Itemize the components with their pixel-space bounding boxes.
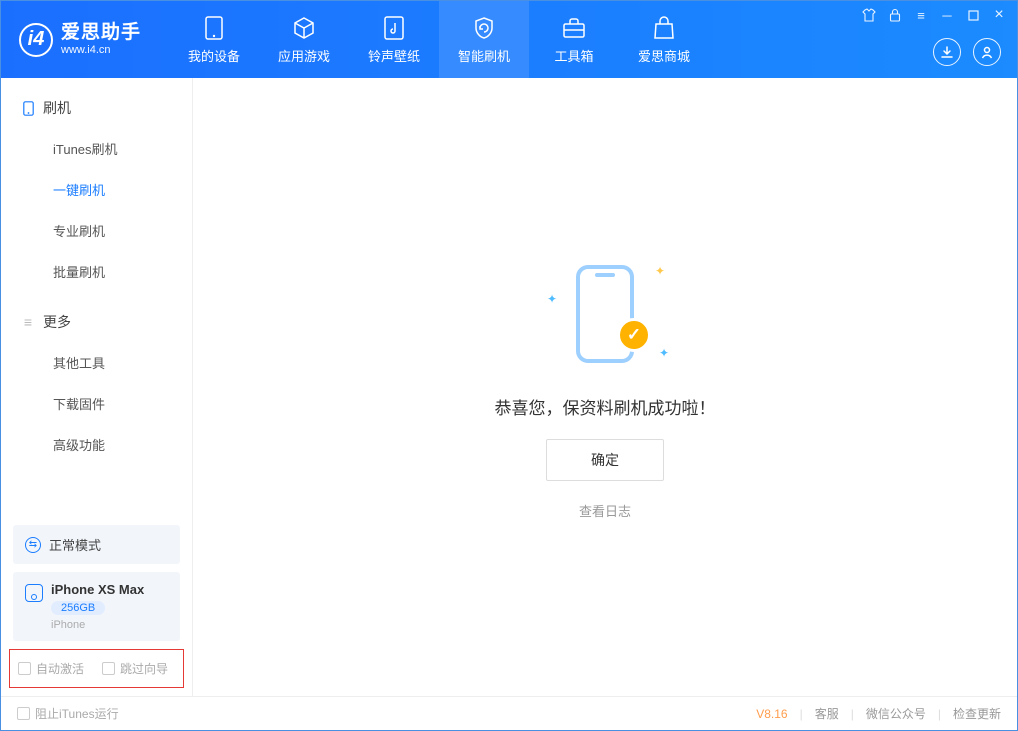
nav-toolbox[interactable]: 工具箱	[529, 1, 619, 78]
checkbox-label: 阻止iTunes运行	[35, 705, 119, 722]
close-button[interactable]: ×	[991, 7, 1007, 23]
check-update-link[interactable]: 检查更新	[953, 705, 1001, 722]
phone-icon	[201, 15, 227, 41]
nav-store[interactable]: 爱思商城	[619, 1, 709, 78]
list-small-icon: ≡	[21, 315, 35, 329]
version-label: V8.16	[756, 707, 787, 721]
support-link[interactable]: 客服	[815, 705, 839, 722]
window-controls: ≡ ─ ×	[861, 7, 1007, 23]
sidebar-item-download-firmware[interactable]: 下载固件	[1, 383, 192, 424]
device-phone-icon	[25, 584, 43, 602]
bag-icon	[651, 15, 677, 41]
nav-smart-flash[interactable]: 智能刷机	[439, 1, 529, 78]
sidebar-section-flash: 刷机 iTunes刷机 一键刷机 专业刷机 批量刷机	[1, 78, 192, 292]
sidebar-head-label: 更多	[43, 312, 71, 332]
header-action-icons	[933, 38, 1001, 66]
download-icon[interactable]	[933, 38, 961, 66]
tshirt-icon[interactable]	[861, 7, 877, 23]
logo-text: 爱思助手 www.i4.cn	[61, 22, 141, 56]
body: 刷机 iTunes刷机 一键刷机 专业刷机 批量刷机 ≡ 更多 其他工具 下载固…	[1, 78, 1017, 696]
status-bar: 阻止iTunes运行 V8.16 | 客服 | 微信公众号 | 检查更新	[1, 696, 1017, 730]
phone-small-icon	[21, 101, 35, 115]
device-type: iPhone	[51, 619, 144, 631]
app-url: www.i4.cn	[61, 44, 141, 57]
user-icon[interactable]	[973, 38, 1001, 66]
checkbox-icon	[18, 662, 31, 675]
cube-icon	[291, 15, 317, 41]
ok-button[interactable]: 确定	[546, 439, 664, 481]
device-info: iPhone XS Max 256GB iPhone	[51, 582, 144, 631]
nav-ring-wallpaper[interactable]: 铃声壁纸	[349, 1, 439, 78]
music-file-icon	[381, 15, 407, 41]
wechat-link[interactable]: 微信公众号	[866, 705, 926, 722]
title-bar: i4 爱思助手 www.i4.cn 我的设备 应用游戏 铃声壁纸 智能刷机	[1, 1, 1017, 78]
nav-label: 应用游戏	[278, 46, 330, 65]
sidebar-head-flash: 刷机	[1, 88, 192, 128]
sidebar-bottom: ⇆ 正常模式 iPhone XS Max 256GB iPhone 自动激活	[1, 525, 192, 696]
menu-icon[interactable]: ≡	[913, 7, 929, 23]
nav-apps-games[interactable]: 应用游戏	[259, 1, 349, 78]
view-log-link[interactable]: 查看日志	[579, 501, 631, 520]
checkbox-label: 自动激活	[36, 660, 84, 677]
device-name: iPhone XS Max	[51, 582, 144, 597]
app-logo: i4 爱思助手 www.i4.cn	[1, 1, 159, 78]
footer-right: V8.16 | 客服 | 微信公众号 | 检查更新	[756, 705, 1001, 722]
highlighted-options-box: 自动激活 跳过向导	[9, 649, 184, 688]
app-window: i4 爱思助手 www.i4.cn 我的设备 应用游戏 铃声壁纸 智能刷机	[0, 0, 1018, 731]
sidebar-head-more: ≡ 更多	[1, 302, 192, 342]
sidebar-item-advanced[interactable]: 高级功能	[1, 424, 192, 465]
sidebar-item-pro-flash[interactable]: 专业刷机	[1, 210, 192, 251]
nav-label: 铃声壁纸	[368, 46, 420, 65]
device-mode-label: 正常模式	[49, 535, 101, 554]
checkbox-icon	[17, 707, 30, 720]
checkbox-block-itunes[interactable]: 阻止iTunes运行	[17, 705, 119, 722]
main-nav: 我的设备 应用游戏 铃声壁纸 智能刷机 工具箱 爱思商城	[169, 1, 709, 78]
sparkle-icon: ✦	[547, 292, 557, 306]
device-info-row[interactable]: iPhone XS Max 256GB iPhone	[13, 572, 180, 641]
success-message: 恭喜您，保资料刷机成功啦！	[495, 394, 716, 419]
logo-icon: i4	[19, 23, 53, 57]
toolbox-icon	[561, 15, 587, 41]
checkbox-auto-activate[interactable]: 自动激活	[18, 660, 84, 677]
checkbox-skip-guide[interactable]: 跳过向导	[102, 660, 168, 677]
nav-label: 智能刷机	[458, 46, 510, 65]
checkbox-label: 跳过向导	[120, 660, 168, 677]
lock-icon[interactable]	[887, 7, 903, 23]
sparkle-icon: ✦	[659, 346, 669, 360]
nav-label: 我的设备	[188, 46, 240, 65]
checkbox-icon	[102, 662, 115, 675]
swap-icon: ⇆	[25, 537, 41, 553]
nav-label: 爱思商城	[638, 46, 690, 65]
nav-label: 工具箱	[555, 46, 594, 65]
sidebar-section-more: ≡ 更多 其他工具 下载固件 高级功能	[1, 292, 192, 465]
success-illustration: ✦ ✦ ✦ ✓	[545, 254, 665, 374]
sidebar-item-onekey-flash[interactable]: 一键刷机	[1, 169, 192, 210]
sidebar-item-other-tools[interactable]: 其他工具	[1, 342, 192, 383]
app-name: 爱思助手	[61, 22, 141, 44]
maximize-button[interactable]	[965, 7, 981, 23]
minimize-button[interactable]: ─	[939, 7, 955, 23]
device-storage-badge: 256GB	[51, 601, 105, 615]
sidebar-item-itunes-flash[interactable]: iTunes刷机	[1, 128, 192, 169]
shield-refresh-icon	[471, 15, 497, 41]
main-content: ✦ ✦ ✦ ✓ 恭喜您，保资料刷机成功啦！ 确定 查看日志	[193, 78, 1017, 696]
sidebar-item-batch-flash[interactable]: 批量刷机	[1, 251, 192, 292]
sidebar: 刷机 iTunes刷机 一键刷机 专业刷机 批量刷机 ≡ 更多 其他工具 下载固…	[1, 78, 193, 696]
sidebar-head-label: 刷机	[43, 98, 71, 118]
device-mode-row[interactable]: ⇆ 正常模式	[13, 525, 180, 564]
nav-my-device[interactable]: 我的设备	[169, 1, 259, 78]
checkmark-badge-icon: ✓	[617, 318, 651, 352]
sparkle-icon: ✦	[655, 264, 665, 278]
